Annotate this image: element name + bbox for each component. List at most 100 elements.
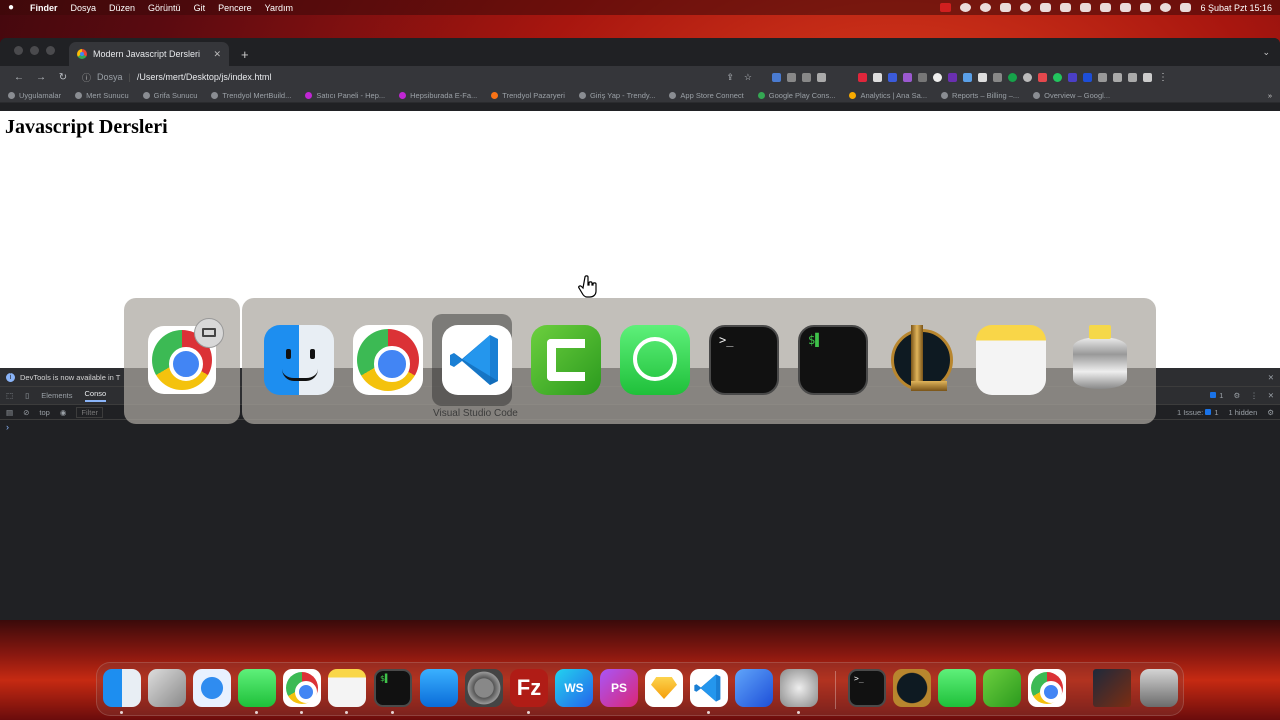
dock-finder-icon[interactable] xyxy=(103,669,141,707)
extension-icon-6[interactable] xyxy=(873,72,882,82)
profile-icon[interactable] xyxy=(1143,72,1152,82)
bookmark-item[interactable]: Trendyol Pazaryeri xyxy=(491,91,565,100)
status-icon-4[interactable] xyxy=(1040,3,1052,12)
bookmark-star-icon[interactable]: ☆ xyxy=(744,72,752,83)
extension-icon-3[interactable] xyxy=(802,72,811,82)
share-icon[interactable]: ⇪ xyxy=(726,72,734,83)
clear-console-icon[interactable]: ⊘ xyxy=(23,408,29,417)
extension-icon-15[interactable] xyxy=(1023,72,1032,82)
bookmark-item[interactable]: Grifa Sunucu xyxy=(142,91,197,100)
menu-item-edit[interactable]: Düzen xyxy=(109,3,135,13)
switcher-item-league[interactable] xyxy=(877,314,957,406)
dock-sketch-icon[interactable] xyxy=(645,669,683,707)
bookmark-item[interactable]: Mert Sunucu xyxy=(75,91,129,100)
switcher-item-chrome[interactable] xyxy=(343,314,423,406)
dock-filezilla-icon[interactable]: Fz xyxy=(510,669,548,707)
extension-icon-5[interactable] xyxy=(858,72,867,82)
extension-icon-13[interactable] xyxy=(978,72,987,82)
close-infobar-icon[interactable]: ✕ xyxy=(1268,373,1274,382)
dock-notes-icon[interactable] xyxy=(328,669,366,707)
menu-item-view[interactable]: Görüntü xyxy=(148,3,181,13)
menu-item-help[interactable]: Yardım xyxy=(265,3,293,13)
tab-elements[interactable]: Elements xyxy=(41,391,72,400)
extension-icon-11[interactable] xyxy=(948,72,957,82)
extension-icon-7[interactable] xyxy=(888,72,897,82)
close-devtools-icon[interactable]: ✕ xyxy=(1268,391,1274,400)
menu-item-file[interactable]: Dosya xyxy=(71,3,97,13)
menu-item-window[interactable]: Pencere xyxy=(218,3,252,13)
address-bar[interactable]: ⓘ Dosya | /Users/mert/Desktop/js/index.h… xyxy=(82,68,752,86)
bookmark-item[interactable]: Google Play Cons... xyxy=(757,91,835,100)
extensions-puzzle-icon[interactable] xyxy=(1113,72,1122,82)
url-text[interactable]: /Users/mert/Desktop/js/index.html xyxy=(137,72,272,82)
bookmark-item[interactable]: Uygulamalar xyxy=(8,91,61,100)
bookmark-item[interactable]: App Store Connect xyxy=(669,91,744,100)
dock-xcode-icon[interactable] xyxy=(735,669,773,707)
close-window-button[interactable] xyxy=(14,46,23,55)
extension-icon-4[interactable] xyxy=(817,72,826,82)
bookmark-item[interactable]: Trendyol MertBuild... xyxy=(211,91,291,100)
settings-gear-icon[interactable]: ⚙ xyxy=(1233,391,1240,400)
dock-trash-icon[interactable] xyxy=(1140,669,1178,707)
menu-item-go[interactable]: Git xyxy=(194,3,206,13)
forward-button[interactable]: → xyxy=(30,72,52,83)
extension-icon-16[interactable] xyxy=(1038,72,1047,82)
chrome-menu-icon[interactable]: ⋮ xyxy=(1158,72,1168,83)
dock-safari-icon[interactable] xyxy=(193,669,231,707)
side-panel-icon[interactable] xyxy=(1128,72,1137,82)
bluetooth-icon[interactable] xyxy=(1080,3,1092,12)
search-icon[interactable] xyxy=(1160,3,1172,12)
tab-active[interactable]: Modern Javascript Dersleri ✕ xyxy=(69,42,229,66)
switcher-item-camtasia[interactable] xyxy=(521,314,601,406)
status-icon-1[interactable] xyxy=(960,3,972,12)
dock-launchpad-icon[interactable] xyxy=(148,669,186,707)
switcher-item-notes[interactable] xyxy=(966,314,1046,406)
shield-icon[interactable] xyxy=(1000,3,1012,12)
dock-chrome-window-icon[interactable] xyxy=(1028,669,1066,707)
extension-icon-10[interactable] xyxy=(933,72,942,82)
dock-whatsapp-icon[interactable] xyxy=(238,669,276,707)
inspect-icon[interactable]: ⬚ xyxy=(6,391,13,400)
dock-terminal-icon[interactable]: >_ xyxy=(848,669,886,707)
switcher-item-sequel[interactable] xyxy=(1055,314,1135,406)
issues-summary[interactable]: 1 Issue: 1 xyxy=(1177,408,1219,417)
bookmark-item[interactable]: Analytics | Ana Sa... xyxy=(849,91,927,100)
extension-icon-18[interactable] xyxy=(1068,72,1077,82)
dock-chrome-icon[interactable] xyxy=(283,669,321,707)
dock-facetime-icon[interactable] xyxy=(938,669,976,707)
zoom-window-button[interactable] xyxy=(46,46,55,55)
bookmark-item[interactable]: Giriş Yap - Trendy... xyxy=(578,91,655,100)
bookmark-item[interactable]: Reports – Billing –... xyxy=(941,91,1019,100)
record-icon[interactable] xyxy=(940,3,952,12)
dock-app-store-icon[interactable] xyxy=(420,669,458,707)
bookmarks-overflow-icon[interactable]: » xyxy=(1268,91,1272,100)
reload-button[interactable]: ↻ xyxy=(52,72,74,83)
switcher-item-vscode[interactable] xyxy=(432,314,512,406)
extension-icon-12[interactable] xyxy=(963,72,972,82)
dock-camtasia-icon[interactable] xyxy=(983,669,1021,707)
switcher-item-terminal[interactable]: >_ xyxy=(699,314,779,406)
menu-app-name[interactable]: Finder xyxy=(30,3,58,13)
dock-webstorm-icon[interactable]: WS xyxy=(555,669,593,707)
tab-search-icon[interactable]: ⌄ xyxy=(1262,47,1270,58)
extension-icon-8[interactable] xyxy=(903,72,912,82)
bookmark-item[interactable]: Satıcı Paneli - Hep... xyxy=(305,91,385,100)
dock-sequel-icon[interactable] xyxy=(780,669,818,707)
sidebar-toggle-icon[interactable]: ▤ xyxy=(6,408,13,417)
wifi-icon[interactable] xyxy=(1140,3,1152,12)
extension-icon-1[interactable] xyxy=(772,72,781,82)
console-settings-icon[interactable]: ⚙ xyxy=(1267,408,1274,417)
context-selector[interactable]: top xyxy=(39,408,49,417)
close-tab-icon[interactable]: ✕ xyxy=(213,49,221,60)
dock-iterm-icon[interactable]: $▌ xyxy=(374,669,412,707)
back-button[interactable]: ← xyxy=(8,72,30,83)
dock-minimized-window-thumbnail[interactable] xyxy=(1093,669,1131,707)
apple-icon[interactable]: ● xyxy=(8,2,22,13)
devtools-menu-icon[interactable]: ⋮ xyxy=(1250,391,1258,400)
switcher-item-iterm[interactable]: $▌ xyxy=(788,314,868,406)
grammarly-icon[interactable] xyxy=(1008,72,1017,82)
extension-icon-14[interactable] xyxy=(993,72,1002,82)
status-icon-3[interactable] xyxy=(1020,3,1032,12)
battery-icon[interactable] xyxy=(1120,3,1132,12)
dock-phpstorm-icon[interactable]: PS xyxy=(600,669,638,707)
